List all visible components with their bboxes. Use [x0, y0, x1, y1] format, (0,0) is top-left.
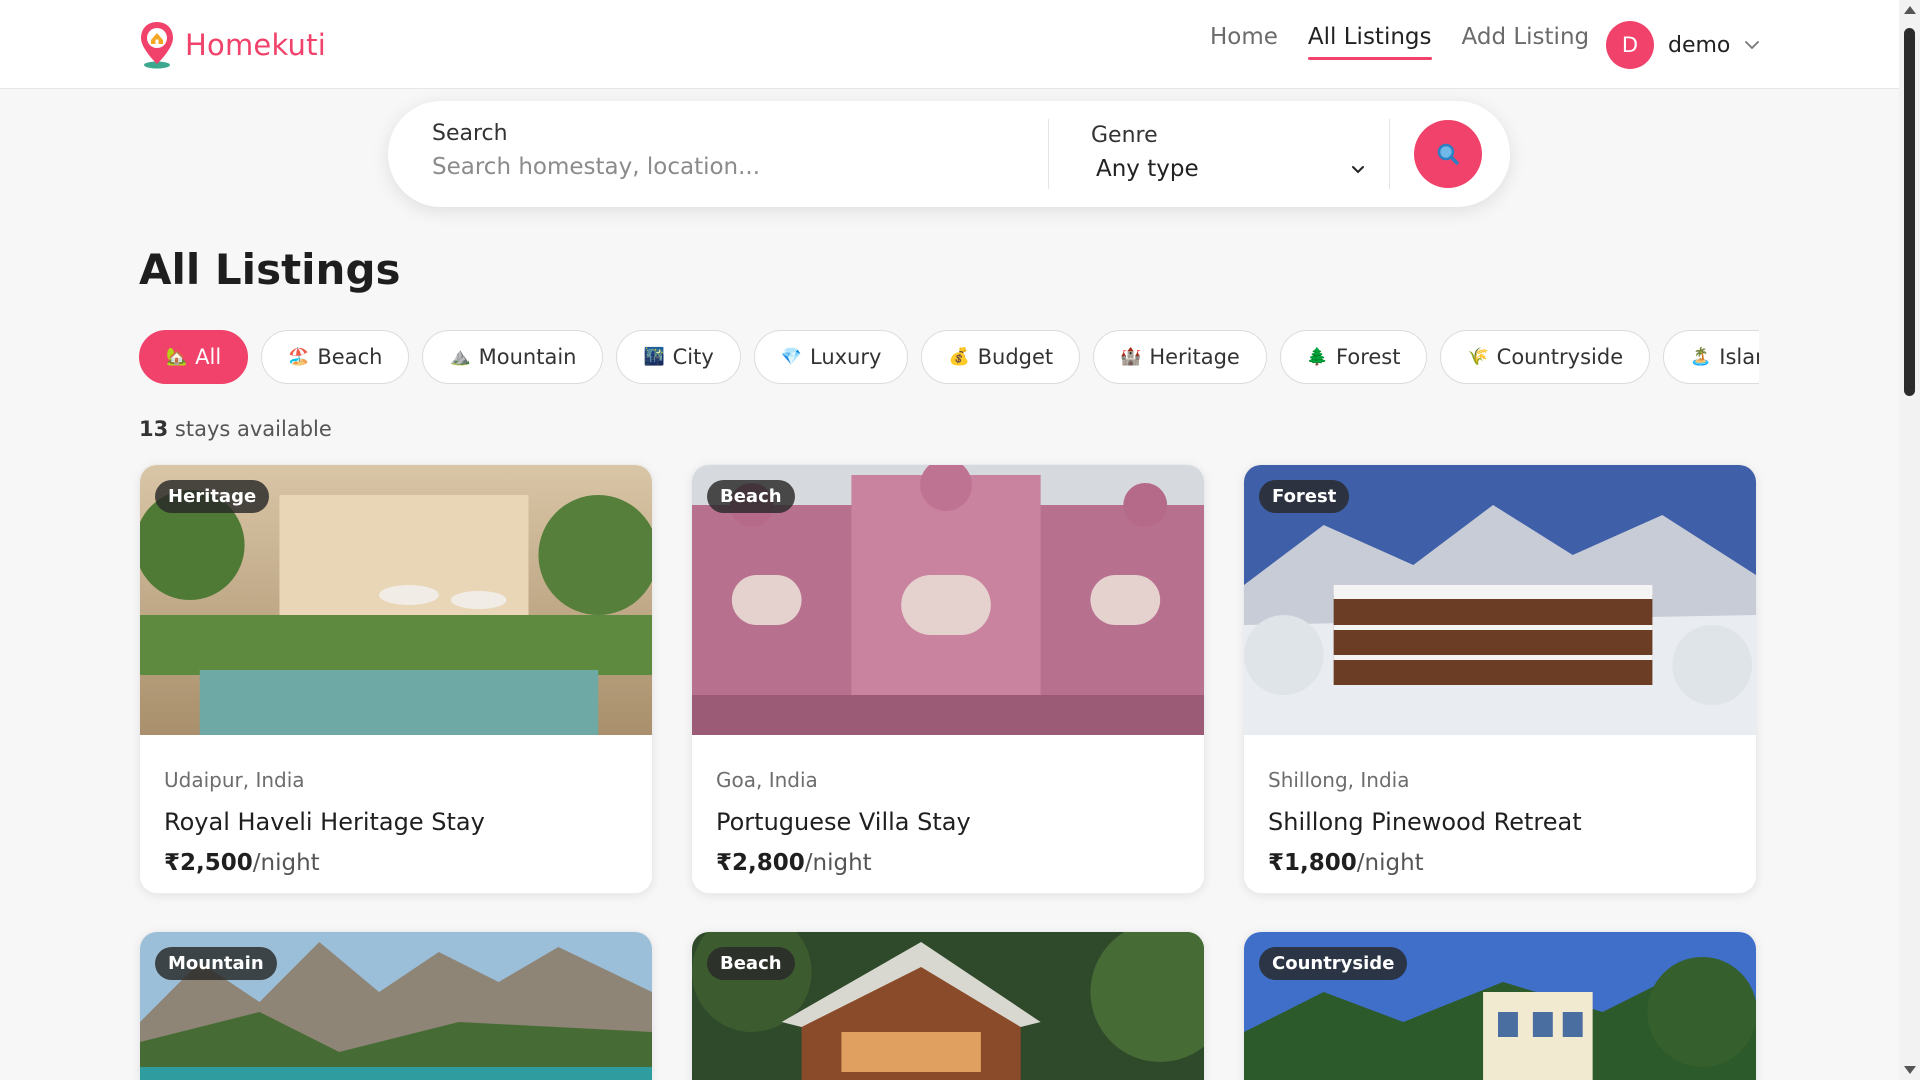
chip-countryside[interactable]: 🌾 Countryside	[1440, 330, 1651, 384]
category-badge: Heritage	[155, 480, 270, 513]
results-number: 13	[139, 417, 169, 441]
chip-mountain[interactable]: ⛰️ Mountain	[422, 330, 604, 384]
money-bag-icon: 💰	[948, 347, 970, 367]
chip-budget[interactable]: 💰 Budget	[921, 330, 1081, 384]
divider	[1048, 119, 1049, 189]
search-field: Search	[432, 121, 1012, 180]
chip-label: Countryside	[1496, 345, 1624, 369]
chip-heritage[interactable]: 🏰 Heritage	[1093, 330, 1267, 384]
chip-label: Luxury	[809, 345, 882, 369]
listing-card[interactable]: Mountain	[139, 931, 653, 1080]
search-bar: Search Genre Any type	[388, 101, 1510, 207]
chip-city[interactable]: 🌃 City	[616, 330, 741, 384]
tree-icon: 🌲	[1306, 347, 1329, 367]
category-badge: Countryside	[1259, 947, 1408, 980]
price-unit: /night	[252, 850, 320, 876]
nav-home[interactable]: Home	[1210, 24, 1278, 60]
chip-label: Beach	[317, 345, 383, 369]
chip-label: Forest	[1336, 345, 1401, 369]
user-menu[interactable]: D demo	[1606, 21, 1760, 69]
listing-price: ₹2,800/night	[716, 850, 872, 876]
listing-card[interactable]: Heritage Udaipur, India Royal Haveli Her…	[139, 464, 653, 894]
chip-label: City	[672, 345, 714, 369]
search-input[interactable]	[432, 154, 992, 180]
genre-filter: Genre Any type	[1091, 123, 1381, 182]
scroll-up-arrow-icon[interactable]	[1904, 6, 1916, 14]
listing-card[interactable]: Countryside	[1243, 931, 1757, 1080]
results-text: stays available	[168, 417, 332, 441]
chip-all[interactable]: 🏡 All	[139, 330, 249, 384]
scroll-thumb[interactable]	[1904, 28, 1915, 396]
search-label: Search	[432, 121, 508, 146]
chevron-down-icon	[1352, 166, 1364, 174]
palm-tree-icon: 🏝️	[1690, 347, 1712, 367]
main-nav: Home All Listings Add Listing	[1210, 24, 1589, 60]
listing-card[interactable]: Beach	[691, 931, 1205, 1080]
home-icon: 🏡	[166, 347, 188, 367]
category-filter: 🏡 All 🏖️ Beach ⛰️ Mountain 🌃 City 💎 Luxury 💰 B…	[139, 330, 1759, 388]
chip-luxury[interactable]: 💎 Luxury	[753, 330, 909, 384]
search-icon	[1437, 143, 1459, 165]
castle-icon: 🏰	[1120, 347, 1142, 367]
price-unit: /night	[1356, 850, 1424, 876]
mountain-icon: ⛰️	[449, 347, 471, 367]
chevron-down-icon[interactable]	[1744, 37, 1760, 53]
listing-price: ₹2,500/night	[164, 850, 320, 876]
chip-beach[interactable]: 🏖️ Beach	[261, 330, 410, 384]
chip-forest[interactable]: 🌲 Forest	[1279, 330, 1428, 384]
listing-location: Goa, India	[716, 768, 818, 792]
results-count: 13 stays available	[139, 417, 332, 441]
listing-location: Shillong, India	[1268, 768, 1410, 792]
listing-title[interactable]: Shillong Pinewood Retreat	[1268, 808, 1582, 836]
location-pin-icon	[141, 22, 173, 69]
brand-name: Homekuti	[185, 28, 326, 62]
chip-label: Mountain	[478, 345, 577, 369]
chip-label: Budget	[977, 345, 1054, 369]
genre-label: Genre	[1091, 123, 1158, 148]
page-title: All Listings	[139, 245, 401, 294]
category-badge: Beach	[707, 947, 795, 980]
wheat-icon: 🌾	[1467, 347, 1489, 367]
beach-icon: 🏖️	[288, 347, 310, 367]
chip-island[interactable]: 🏝️ Island	[1663, 330, 1759, 384]
price-amount: ₹2,500	[164, 850, 253, 876]
listing-card[interactable]: Beach Goa, India Portuguese Villa Stay ₹…	[691, 464, 1205, 894]
gem-icon: 💎	[780, 347, 802, 367]
nav-add-listing[interactable]: Add Listing	[1462, 24, 1590, 60]
category-badge: Forest	[1259, 480, 1350, 513]
chip-label: Heritage	[1149, 345, 1240, 369]
listing-card[interactable]: Forest Shillong, India Shillong Pinewood…	[1243, 464, 1757, 894]
chip-label: All	[195, 345, 222, 369]
chip-label: Island	[1719, 345, 1759, 369]
price-amount: ₹1,800	[1268, 850, 1357, 876]
nav-all-listings[interactable]: All Listings	[1307, 24, 1432, 60]
search-button[interactable]	[1414, 120, 1482, 188]
divider	[1389, 119, 1390, 189]
category-badge: Mountain	[155, 947, 277, 980]
brand-logo[interactable]: Homekuti	[139, 20, 326, 70]
listing-title[interactable]: Portuguese Villa Stay	[716, 808, 971, 836]
listing-title[interactable]: Royal Haveli Heritage Stay	[164, 808, 485, 836]
price-amount: ₹2,800	[716, 850, 805, 876]
scroll-down-arrow-icon[interactable]	[1904, 1066, 1916, 1074]
category-badge: Beach	[707, 480, 795, 513]
price-unit: /night	[804, 850, 872, 876]
avatar[interactable]: D	[1606, 21, 1654, 69]
genre-value: Any type	[1096, 156, 1199, 182]
listing-price: ₹1,800/night	[1268, 850, 1424, 876]
top-header: Homekuti Home All Listings Add Listing D…	[0, 0, 1899, 89]
page-scrollbar[interactable]	[1899, 0, 1920, 1080]
username[interactable]: demo	[1668, 33, 1730, 58]
listing-location: Udaipur, India	[164, 768, 305, 792]
city-icon: 🌃	[643, 347, 665, 367]
genre-select[interactable]: Any type	[1091, 156, 1366, 182]
